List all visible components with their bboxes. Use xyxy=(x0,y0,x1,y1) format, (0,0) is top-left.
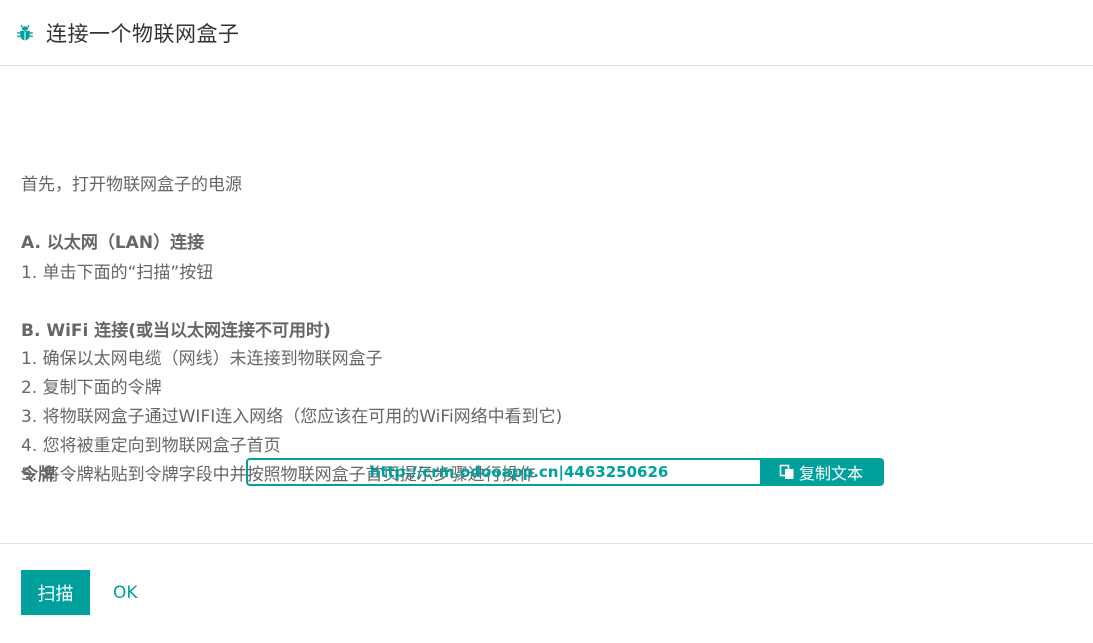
section-a-heading: A. 以太网（LAN）连接 xyxy=(21,233,205,253)
section-a-step: 1. 单击下面的“扫描”按钮 xyxy=(21,263,214,283)
copy-button-label: 复制文本 xyxy=(798,464,863,483)
copy-icon xyxy=(779,464,795,480)
section-b-heading: B. WiFi 连接(或当以太网连接不可用时) xyxy=(21,321,331,341)
dialog-header: 连接一个物联网盒子 xyxy=(0,0,1093,66)
section-b-step: 2. 复制下面的令牌 xyxy=(21,378,162,398)
dialog-title: 连接一个物联网盒子 xyxy=(46,21,240,46)
token-label: 令牌 xyxy=(21,465,55,485)
section-b-step: 3. 将物联网盒子通过WIFI连入网络（您应该在可用的WiFi网络中看到它) xyxy=(21,407,563,427)
token-field[interactable]: http://crm.odooapp.cn|4463250626 复制文本 xyxy=(246,458,884,486)
token-value[interactable]: http://crm.odooapp.cn|4463250626 xyxy=(248,460,760,484)
dialog-footer: 扫描 OK xyxy=(0,545,1093,643)
bug-icon xyxy=(16,24,34,42)
iot-connect-dialog: 连接一个物联网盒子 首先，打开物联网盒子的电源 A. 以太网（LAN）连接 1.… xyxy=(0,0,1093,643)
section-b-step: 4. 您将被重定向到物联网盒子首页 xyxy=(21,436,281,456)
section-b-step: 1. 确保以太网电缆（网线）未连接到物联网盒子 xyxy=(21,349,383,369)
ok-button[interactable]: OK xyxy=(103,570,148,615)
intro-text: 首先，打开物联网盒子的电源 xyxy=(21,175,242,195)
scan-button[interactable]: 扫描 xyxy=(21,570,90,615)
copy-text-button[interactable]: 复制文本 xyxy=(760,460,882,484)
